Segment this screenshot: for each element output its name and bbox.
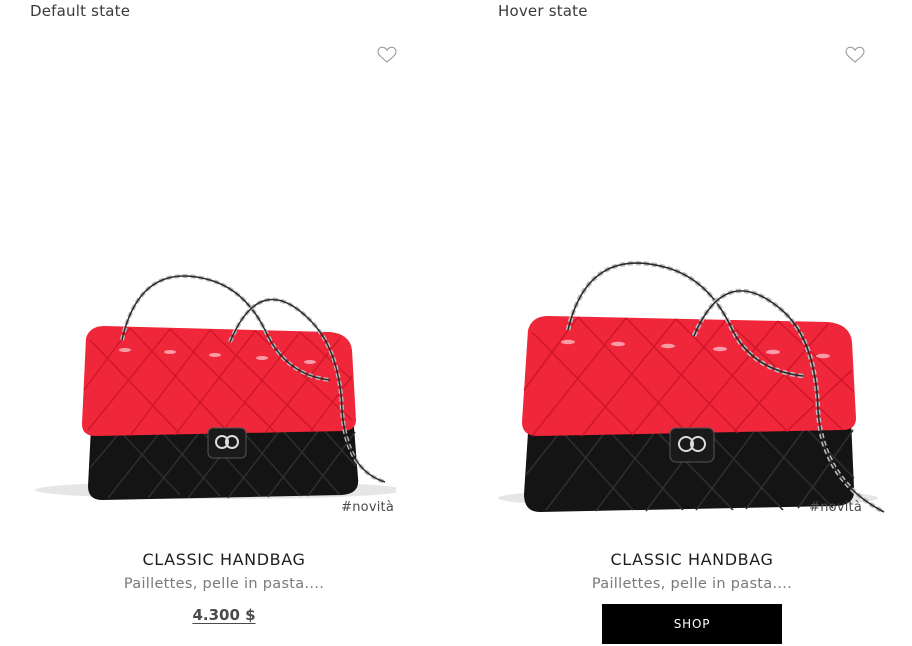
product-state-showcase: Default state Hover state #novità CLASSI… <box>0 0 912 646</box>
tag-novita[interactable]: #novità <box>341 500 394 515</box>
product-subtitle: Paillettes, pelle in pasta.... <box>591 576 793 592</box>
hover-state-label: Hover state <box>498 2 588 20</box>
product-price[interactable]: 4.300 $ <box>30 606 418 624</box>
product-image[interactable] <box>498 80 886 520</box>
heart-icon[interactable] <box>377 46 397 64</box>
price-link[interactable]: 4.300 $ <box>192 606 255 624</box>
default-state-label: Default state <box>30 2 131 20</box>
heart-icon[interactable] <box>845 46 865 64</box>
product-subtitle: Paillettes, pelle in pasta.... <box>123 576 325 592</box>
product-image[interactable] <box>30 80 396 520</box>
product-title[interactable]: CLASSIC HANDBAG <box>30 550 418 569</box>
shop-button[interactable]: SHOP <box>602 604 782 644</box>
product-card-hover[interactable]: #novità CLASSIC HANDBAG Paillettes, pell… <box>498 40 886 646</box>
product-title[interactable]: CLASSIC HANDBAG <box>498 550 886 569</box>
tag-novita[interactable]: #novità <box>809 500 862 515</box>
product-card-default[interactable]: #novità CLASSIC HANDBAG Paillettes, pell… <box>30 40 418 646</box>
